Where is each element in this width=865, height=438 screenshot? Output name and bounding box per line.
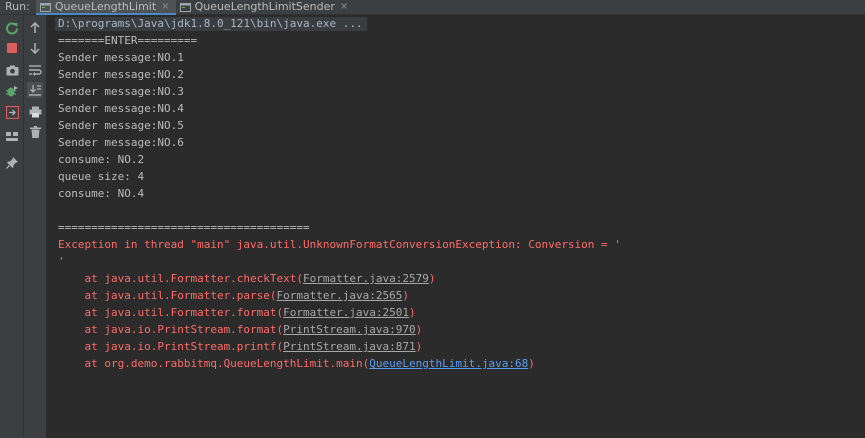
console-line: Sender message:NO.1 [58,51,184,64]
console-line: consume: NO.4 [58,187,145,200]
stack-frame-close: ) [528,357,535,370]
stack-frame-text: at java.util.Formatter.checkText( [58,272,304,285]
tab-label: QueueLengthLimit [54,0,157,13]
stack-frame-text: at java.io.PrintStream.printf( [58,340,284,353]
stop-icon[interactable] [4,40,20,56]
stack-frame: at org.demo.rabbitmq.QueueLengthLimit.ma… [58,357,535,371]
stack-frame: at java.util.Formatter.parse(Formatter.j… [58,289,409,303]
stack-frame-text: at java.util.Formatter.parse( [58,289,277,302]
console-line: Sender message:NO.2 [58,68,184,81]
scroll-to-end-icon[interactable] [27,82,43,98]
console-line: Sender message:NO.6 [58,136,184,149]
console-line: queue size: 4 [58,170,145,183]
console-line: =======ENTER========= [58,34,198,47]
exception-message-continuation: ' [58,255,65,268]
source-link[interactable]: PrintStream.java:970 [283,323,415,336]
stack-frame: at java.util.Formatter.checkText(Formatt… [58,272,436,286]
run-tab-bar: Run: QueueLengthLimit × QueueLengthLimit… [0,0,865,15]
stack-frame-close: ) [402,289,410,302]
console-output[interactable]: D:\programs\Java\jdk1.8.0_121\bin\java.e… [47,15,865,438]
layout-icon[interactable] [4,128,20,144]
source-link[interactable]: Formatter.java:2579 [303,272,429,285]
print-icon[interactable] [27,104,43,120]
exit-icon[interactable] [4,104,20,120]
console-line: Sender message:NO.4 [58,102,184,115]
stack-frame-close: ) [409,306,416,319]
stack-frame-close: ) [415,323,423,336]
console-line: Sender message:NO.5 [58,119,184,132]
tab-label: QueueLengthLimitSender [194,0,335,13]
stack-frame: at java.io.PrintStream.format(PrintStrea… [58,323,422,337]
command-line[interactable]: D:\programs\Java\jdk1.8.0_121\bin\java.e… [55,17,367,31]
source-link-user-code[interactable]: QueueLengthLimit.java:68 [369,357,528,370]
stack-frame-text: at java.io.PrintStream.format( [58,323,284,336]
tab-queue-length-limit-sender[interactable]: QueueLengthLimitSender × [176,0,355,14]
source-link[interactable]: PrintStream.java:871 [283,340,415,353]
debug-bug-icon[interactable] [4,83,20,99]
exception-message: Exception in thread "main" java.util.Unk… [58,238,621,251]
soft-wrap-icon[interactable] [27,62,43,78]
stack-frame-close: ) [428,272,436,285]
console-line: ====================================== [58,221,310,234]
stack-frame: at java.io.PrintStream.printf(PrintStrea… [58,340,422,354]
run-config-icon [179,2,191,12]
rerun-icon[interactable] [4,20,20,36]
run-toolbar-secondary [24,15,47,438]
camera-icon[interactable] [4,62,20,78]
run-label: Run: [5,0,30,13]
console-line: consume: NO.2 [58,153,145,166]
run-config-icon [39,2,51,12]
run-tool-window: Run: QueueLengthLimit × QueueLengthLimit… [0,0,865,438]
run-toolbar-primary [0,15,24,438]
stack-frame-text: at org.demo.rabbitmq.QueueLengthLimit.ma… [58,357,370,370]
close-icon[interactable]: × [161,0,169,14]
pin-icon[interactable] [4,155,20,171]
stack-frame-text: at java.util.Formatter.format( [58,306,284,319]
stack-frame-close: ) [415,340,423,353]
stack-frame: at java.util.Formatter.format(Formatter.… [58,306,416,320]
source-link[interactable]: Formatter.java:2501 [283,306,409,319]
close-icon[interactable]: × [340,0,348,14]
trash-icon[interactable] [27,124,43,140]
arrow-down-icon[interactable] [27,40,43,56]
console-line: Sender message:NO.3 [58,85,184,98]
source-link[interactable]: Formatter.java:2565 [277,289,403,302]
arrow-up-icon[interactable] [27,20,43,36]
tab-queue-length-limit[interactable]: QueueLengthLimit × [35,0,176,15]
